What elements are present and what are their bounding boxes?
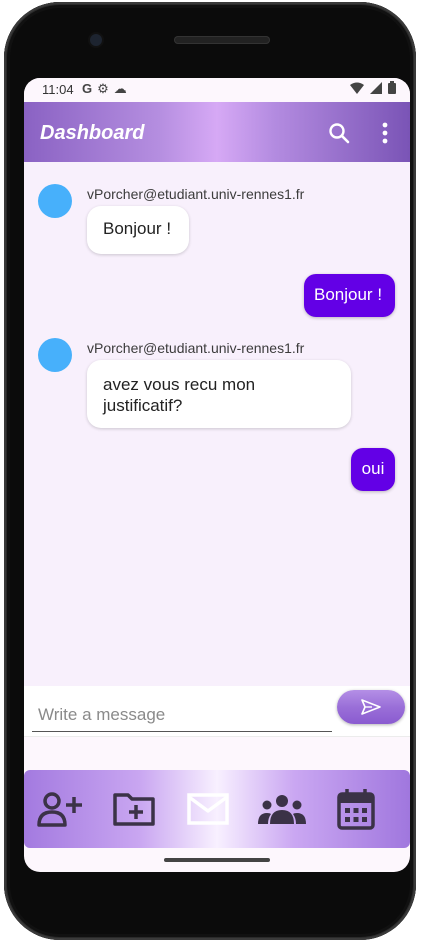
app-screen: 11:04 G⚙☁ Dashboard vPorcher@etudiant.un…	[24, 78, 410, 872]
nav-add-user[interactable]	[35, 784, 85, 834]
home-indicator[interactable]	[164, 858, 270, 862]
chat-list[interactable]: vPorcher@etudiant.univ-rennes1.fr Bonjou…	[24, 162, 410, 686]
outgoing-message[interactable]: Bonjour !	[304, 274, 395, 317]
search-icon[interactable]	[328, 122, 350, 144]
google-icon: G	[82, 81, 98, 96]
status-right-icons	[350, 81, 396, 94]
message-text: Bonjour !	[103, 219, 172, 238]
incoming-message[interactable]: avez vous recu mon justificatif?	[87, 360, 351, 428]
signal-icon	[370, 81, 382, 94]
message-text: avez vous recu mon justificatif?	[103, 375, 256, 415]
message-input[interactable]	[32, 698, 332, 732]
status-bar: 11:04 G⚙☁	[24, 78, 410, 102]
message-text: Bonjour !	[314, 285, 383, 304]
incoming-message[interactable]: Bonjour !	[87, 206, 189, 254]
group-icon	[258, 795, 306, 824]
add-user-icon	[37, 792, 82, 827]
new-folder-icon	[113, 793, 155, 826]
avatar[interactable]	[38, 184, 72, 218]
cloud-icon: ☁	[113, 81, 132, 96]
bottom-navigation	[24, 770, 410, 848]
earpiece-speaker	[174, 36, 270, 44]
nav-group[interactable]	[257, 784, 307, 834]
calendar-icon	[337, 789, 375, 830]
more-vert-icon[interactable]	[378, 120, 392, 146]
send-button[interactable]	[337, 690, 405, 724]
app-bar: Dashboard	[24, 102, 410, 162]
mail-icon	[187, 793, 229, 825]
avatar[interactable]	[38, 338, 72, 372]
wifi-icon	[350, 82, 364, 94]
nav-calendar[interactable]	[331, 784, 381, 834]
message-sender: vPorcher@etudiant.univ-rennes1.fr	[87, 340, 305, 356]
message-sender: vPorcher@etudiant.univ-rennes1.fr	[87, 186, 305, 202]
nav-mail[interactable]	[183, 784, 233, 834]
status-left-icons: G⚙☁	[82, 81, 132, 97]
spacer	[24, 737, 410, 770]
message-composer	[24, 686, 410, 736]
page-title: Dashboard	[40, 122, 145, 144]
outgoing-message[interactable]: oui	[351, 448, 395, 491]
battery-icon	[388, 81, 396, 94]
front-camera	[90, 34, 102, 46]
settings-icon: ⚙	[97, 81, 114, 96]
nav-new-folder[interactable]	[109, 784, 159, 834]
status-time: 11:04	[42, 82, 74, 97]
message-text: oui	[361, 459, 385, 478]
send-icon	[361, 699, 381, 715]
